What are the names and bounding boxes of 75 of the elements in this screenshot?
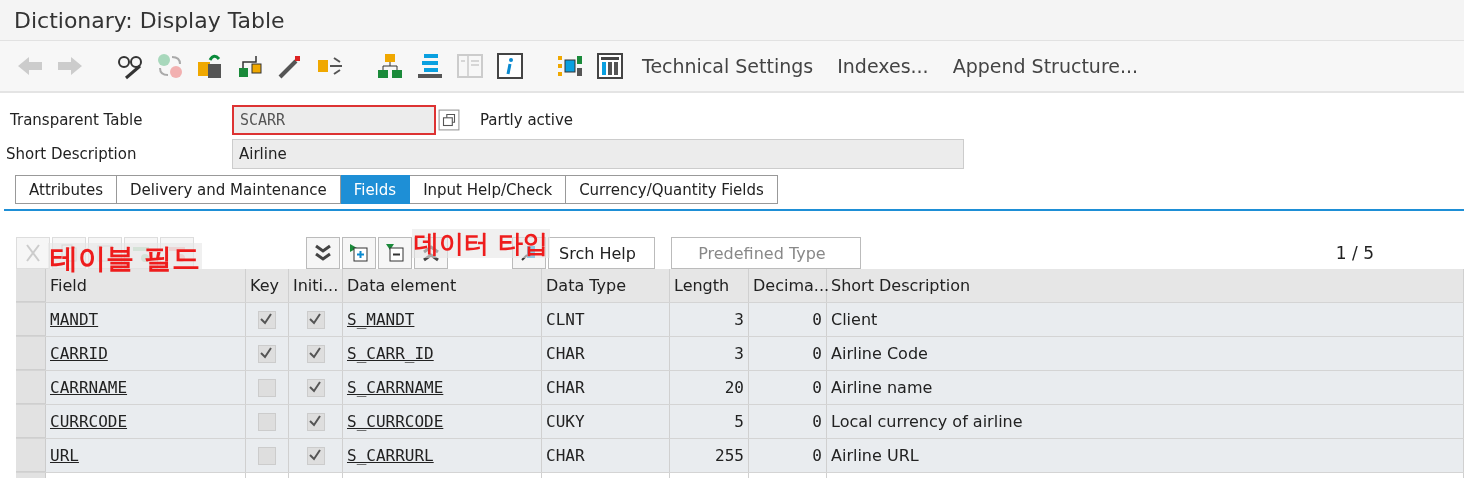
table-cell: Airline Code bbox=[827, 337, 1464, 370]
tab[interactable]: Input Help/Check bbox=[410, 175, 567, 204]
data-element-link[interactable]: S_CARRURL bbox=[347, 446, 434, 465]
table-cell: 3 bbox=[670, 303, 749, 336]
initial-checkbox[interactable] bbox=[306, 310, 325, 329]
search-help-button[interactable]: Srch Help bbox=[548, 237, 655, 269]
org-chart-icon[interactable] bbox=[376, 52, 404, 80]
info-icon[interactable] bbox=[496, 52, 524, 80]
toolbar-button[interactable]: Technical Settings bbox=[636, 55, 820, 77]
predefined-type-button[interactable]: Predefined Type bbox=[670, 237, 861, 269]
table-name-field[interactable]: SCARR bbox=[232, 105, 436, 135]
stacked-bars-icon[interactable] bbox=[416, 52, 444, 80]
table-cell: 3 bbox=[670, 337, 749, 370]
key-checkbox[interactable] bbox=[258, 310, 276, 329]
table-cell: CLNT bbox=[542, 303, 670, 336]
table-cell: 0 bbox=[749, 303, 827, 336]
table-cell: 0 bbox=[749, 405, 827, 438]
table-cell: CUKY bbox=[542, 405, 670, 438]
table-cell: 0 bbox=[749, 439, 827, 472]
table-cell: Airline name bbox=[827, 371, 1464, 404]
data-element-link[interactable]: S_CARRNAME bbox=[347, 378, 444, 397]
table-cell: CHAR bbox=[542, 439, 670, 472]
field-label: Short Description bbox=[5, 145, 138, 163]
copy-icon[interactable] bbox=[438, 109, 460, 131]
window-title: Dictionary: Display Table bbox=[14, 7, 285, 33]
tab[interactable]: Fields bbox=[340, 175, 411, 204]
toggle-circles-icon[interactable] bbox=[156, 52, 184, 80]
table-cell: 0 bbox=[749, 371, 827, 404]
key-checkbox[interactable] bbox=[258, 412, 276, 431]
table-cell: 255 bbox=[670, 439, 749, 472]
table-cell: 20 bbox=[670, 371, 749, 404]
field-link[interactable]: CARRID bbox=[50, 344, 108, 363]
columns-icon[interactable] bbox=[596, 52, 624, 80]
field-link[interactable]: MANDT bbox=[50, 310, 99, 329]
table-cell: CHAR bbox=[542, 371, 670, 404]
tab[interactable]: Currency/Quantity Fields bbox=[566, 175, 778, 204]
field-label: Transparent Table bbox=[9, 111, 144, 129]
table-cell: 5 bbox=[670, 405, 749, 438]
table-cell: Client bbox=[827, 303, 1464, 336]
column-header[interactable]: Short Description bbox=[827, 269, 1464, 302]
tab[interactable]: Attributes bbox=[15, 175, 118, 204]
data-element-link[interactable]: S_MANDT bbox=[347, 310, 415, 329]
data-element-link[interactable]: S_CURRCODE bbox=[347, 412, 444, 431]
toolbar-button[interactable]: Append Structure... bbox=[946, 55, 1145, 77]
switch-object-icon[interactable] bbox=[196, 52, 224, 80]
key-checkbox[interactable] bbox=[258, 446, 276, 465]
field-link[interactable]: URL bbox=[50, 446, 79, 465]
column-header[interactable]: Initi... bbox=[289, 269, 343, 302]
column-header[interactable]: Length bbox=[670, 269, 749, 302]
table-cell: 0 bbox=[749, 337, 827, 370]
double-chevron-down-icon[interactable] bbox=[313, 243, 333, 263]
key-checkbox[interactable] bbox=[258, 344, 276, 363]
column-header[interactable]: Data Type bbox=[542, 269, 670, 302]
field-link[interactable]: CURRCODE bbox=[50, 412, 128, 431]
page-indicator: 1 / 5 bbox=[1335, 243, 1374, 263]
status-text: Partly active bbox=[480, 111, 574, 129]
table-cell: Airline URL bbox=[827, 439, 1464, 472]
field-link[interactable]: CARRNAME bbox=[50, 378, 128, 397]
toolbar-button[interactable]: Indexes... bbox=[831, 55, 935, 77]
table-cell: CHAR bbox=[542, 337, 670, 370]
expand-icon[interactable] bbox=[349, 243, 369, 263]
column-header[interactable]: Decima... bbox=[749, 269, 827, 302]
tab[interactable]: Delivery and Maintenance bbox=[117, 175, 341, 204]
column-header[interactable]: Key bbox=[246, 269, 289, 302]
key-checkbox[interactable] bbox=[258, 378, 276, 397]
initial-checkbox[interactable] bbox=[306, 378, 325, 397]
table-cell: Local currency of airline bbox=[827, 405, 1464, 438]
description-field[interactable]: Airline bbox=[232, 139, 964, 169]
collapse-icon[interactable] bbox=[385, 243, 405, 263]
initial-checkbox[interactable] bbox=[306, 446, 325, 465]
initial-checkbox[interactable] bbox=[306, 344, 325, 363]
annotation-text: 데이터 타입 bbox=[412, 229, 550, 258]
initial-checkbox[interactable] bbox=[306, 412, 325, 431]
data-element-link[interactable]: S_CARR_ID bbox=[347, 344, 434, 363]
column-header[interactable]: Data element bbox=[343, 269, 542, 302]
